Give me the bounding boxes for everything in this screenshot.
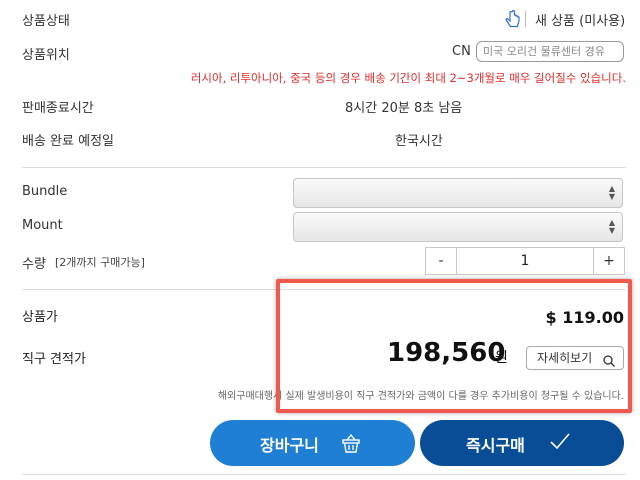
buy-button-label: 즉시구매 [466, 436, 525, 455]
bottom-divider [22, 474, 626, 475]
quantity-minus-button[interactable]: - [425, 247, 457, 275]
end-time-label: 판매종료시간 [22, 101, 94, 116]
location-label: 상품위치 [22, 48, 70, 63]
select-arrows-icon: ▲ ▼ [608, 184, 615, 201]
pointer-hand-icon [505, 9, 521, 30]
checkmark-icon [548, 431, 572, 457]
quantity-limit: [2개까지 구매가능] [55, 256, 145, 269]
shipping-warning: 러시아, 리투아니아, 중국 등의 경우 배송 기간이 최대 2~3개월로 매우… [190, 71, 626, 85]
quantity-input[interactable]: 1 [457, 247, 593, 275]
condition-value: 새 상품 (미사용) [535, 14, 626, 29]
cart-button-label: 장바구니 [260, 436, 319, 455]
divider [525, 11, 526, 27]
select-arrows-icon: ▲ ▼ [608, 218, 615, 235]
section-divider [22, 167, 626, 168]
quantity-plus-button[interactable]: + [593, 247, 625, 275]
location-code: CN [452, 44, 471, 59]
quantity-label: 수량 [22, 257, 46, 272]
add-to-cart-button[interactable]: 장바구니 [210, 420, 415, 466]
mount-label: Mount [22, 218, 63, 233]
delivery-label: 배송 완료 예정일 [22, 134, 114, 149]
bundle-label: Bundle [22, 184, 68, 199]
buy-now-button[interactable]: 즉시구매 [420, 420, 624, 466]
condition-label: 상품상태 [22, 14, 70, 29]
delivery-value: 한국시간 [395, 134, 443, 149]
location-route-badge: 미국 오리건 물류센터 경유 [476, 41, 624, 62]
end-time-value: 8시간 20분 8초 남음 [345, 101, 463, 116]
bundle-select[interactable]: ▲ ▼ [293, 178, 623, 208]
highlight-box [276, 279, 632, 413]
estimate-label: 직구 견적가 [22, 352, 86, 367]
mount-select[interactable]: ▲ ▼ [293, 212, 623, 242]
basket-icon [340, 432, 362, 458]
item-price-label: 상품가 [22, 310, 58, 325]
